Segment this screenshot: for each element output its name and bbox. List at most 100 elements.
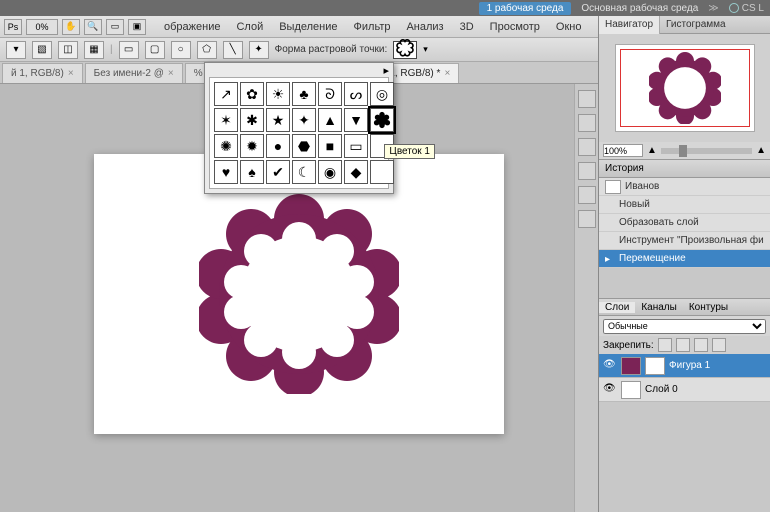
shape-cell[interactable] <box>370 160 394 184</box>
rrect-icon[interactable]: ▢ <box>145 41 165 59</box>
current-shape-picker[interactable] <box>393 41 417 59</box>
visibility-icon[interactable]: 👁 <box>603 383 617 397</box>
layer-name[interactable]: Фигура 1 <box>669 360 710 371</box>
chevron-right-icon[interactable]: ≫ <box>708 3 718 14</box>
custom-shape-icon[interactable]: ✦ <box>249 41 269 59</box>
blend-mode-select[interactable]: Обычные <box>603 319 766 334</box>
right-panels: Навигатор Гистограмма ▲ ▲ История Иванов… <box>598 16 770 512</box>
menu-window[interactable]: Окно <box>548 21 590 33</box>
shape-cell[interactable]: ᘐ <box>318 82 342 106</box>
shape-cell[interactable]: ✱ <box>240 108 264 132</box>
polygon-icon[interactable]: ⬠ <box>197 41 217 59</box>
tab-paths[interactable]: Контуры <box>683 302 734 313</box>
history-step[interactable]: Инструмент "Произвольная фи <box>599 232 770 250</box>
shape-cell[interactable]: ▼ <box>344 108 368 132</box>
shape-layers-icon[interactable]: ▧ <box>32 41 52 59</box>
lock-position-icon[interactable] <box>694 338 708 352</box>
shape-cell[interactable]: ✺ <box>214 134 238 158</box>
menu-image[interactable]: ображение <box>156 21 228 33</box>
tool-preset-icon[interactable]: ▾ <box>6 41 26 59</box>
shape-cell-selected[interactable] <box>370 108 394 132</box>
navigator-preview[interactable] <box>599 34 770 142</box>
history-step-current[interactable]: ▸Перемещение <box>599 250 770 268</box>
zoom-icon[interactable]: 🔍 <box>84 19 102 35</box>
panel-icon[interactable] <box>578 162 596 180</box>
close-icon[interactable]: × <box>444 68 450 79</box>
shape-cell[interactable]: ◉ <box>318 160 342 184</box>
zoom-field[interactable]: 0% <box>26 19 58 35</box>
workspace-label[interactable]: Основная рабочая среда <box>581 3 698 14</box>
panel-icon[interactable] <box>578 138 596 156</box>
shape-cell[interactable]: ● <box>266 134 290 158</box>
panel-icon[interactable] <box>578 114 596 132</box>
hand-icon[interactable]: ✋ <box>62 19 80 35</box>
history-step[interactable]: Новый <box>599 196 770 214</box>
shape-cell[interactable]: ⬣ <box>292 134 316 158</box>
close-icon[interactable]: × <box>168 68 174 79</box>
shape-cell[interactable]: ▭ <box>344 134 368 158</box>
shape-cell[interactable]: ✔ <box>266 160 290 184</box>
ellipse-icon[interactable]: ○ <box>171 41 191 59</box>
shape-cell[interactable]: ✿ <box>240 82 264 106</box>
view-icon[interactable]: ▭ <box>106 19 124 35</box>
shape-cell[interactable]: ★ <box>266 108 290 132</box>
zoom-out-icon[interactable]: ▲ <box>647 145 657 156</box>
workspace-button[interactable]: 1 рабочая среда <box>479 2 572 15</box>
shape-cell[interactable]: ✹ <box>240 134 264 158</box>
panel-icon[interactable] <box>578 210 596 228</box>
menu-view[interactable]: Просмотр <box>482 21 548 33</box>
visibility-icon[interactable]: 👁 <box>603 359 617 373</box>
menu-layer[interactable]: Слой <box>228 21 271 33</box>
layer-row[interactable]: 👁 ▭ Фигура 1 <box>599 354 770 378</box>
shape-cell[interactable]: ♣ <box>292 82 316 106</box>
flower-shape[interactable] <box>199 194 399 394</box>
zoom-slider[interactable] <box>661 148 752 154</box>
line-icon[interactable]: ╲ <box>223 41 243 59</box>
lock-all-icon[interactable] <box>712 338 726 352</box>
shape-cell[interactable]: ◆ <box>344 160 368 184</box>
history-tab[interactable]: История <box>605 163 644 174</box>
shape-cell[interactable]: ☀ <box>266 82 290 106</box>
shape-dropdown-icon[interactable]: ▾ <box>423 44 428 55</box>
shape-cell[interactable]: ✶ <box>214 108 238 132</box>
menu-filter[interactable]: Фильтр <box>346 21 399 33</box>
shape-cell[interactable]: ♥ <box>214 160 238 184</box>
history-snapshot[interactable]: Иванов <box>599 178 770 196</box>
tab-navigator[interactable]: Навигатор <box>599 16 660 34</box>
menu-analysis[interactable]: Анализ <box>398 21 451 33</box>
zoom-input[interactable] <box>603 144 643 157</box>
shape-cell[interactable]: ♠ <box>240 160 264 184</box>
menu-3d[interactable]: 3D <box>452 21 482 33</box>
layer-mask-thumb[interactable]: ▭ <box>645 357 665 375</box>
doc-tab-0[interactable]: й 1, RGB/8)× <box>2 63 83 83</box>
paths-icon[interactable]: ◫ <box>58 41 78 59</box>
canvas[interactable] <box>94 154 504 434</box>
layer-name[interactable]: Слой 0 <box>645 384 678 395</box>
fill-pixels-icon[interactable]: ▦ <box>84 41 104 59</box>
cs-live-label[interactable]: CS L <box>729 3 764 14</box>
tab-histogram[interactable]: Гистограмма <box>660 16 732 34</box>
history-step[interactable]: Образовать слой <box>599 214 770 232</box>
screen-mode-icon[interactable]: ▣ <box>128 19 146 35</box>
close-icon[interactable]: × <box>68 68 74 79</box>
shape-cell[interactable]: ■ <box>318 134 342 158</box>
layer-row[interactable]: 👁 Слой 0 <box>599 378 770 402</box>
menu-select[interactable]: Выделение <box>271 21 345 33</box>
popup-menu-icon[interactable]: ▸ <box>383 64 389 77</box>
lock-transparent-icon[interactable] <box>658 338 672 352</box>
shape-cell[interactable]: ↗ <box>214 82 238 106</box>
app-icon[interactable]: Ps <box>4 19 22 35</box>
shape-cell[interactable]: ☾ <box>292 160 316 184</box>
shape-cell[interactable]: ✦ <box>292 108 316 132</box>
tab-layers[interactable]: Слои <box>599 302 635 313</box>
shape-cell[interactable]: ◎ <box>370 82 394 106</box>
shape-cell[interactable]: ▲ <box>318 108 342 132</box>
doc-tab-1[interactable]: Без имени-2 @× <box>85 63 183 83</box>
panel-icon[interactable] <box>578 186 596 204</box>
shape-cell[interactable]: ᔕ <box>344 82 368 106</box>
lock-pixels-icon[interactable] <box>676 338 690 352</box>
rect-icon[interactable]: ▭ <box>119 41 139 59</box>
zoom-in-icon[interactable]: ▲ <box>756 145 766 156</box>
panel-icon[interactable] <box>578 90 596 108</box>
tab-channels[interactable]: Каналы <box>635 302 683 313</box>
